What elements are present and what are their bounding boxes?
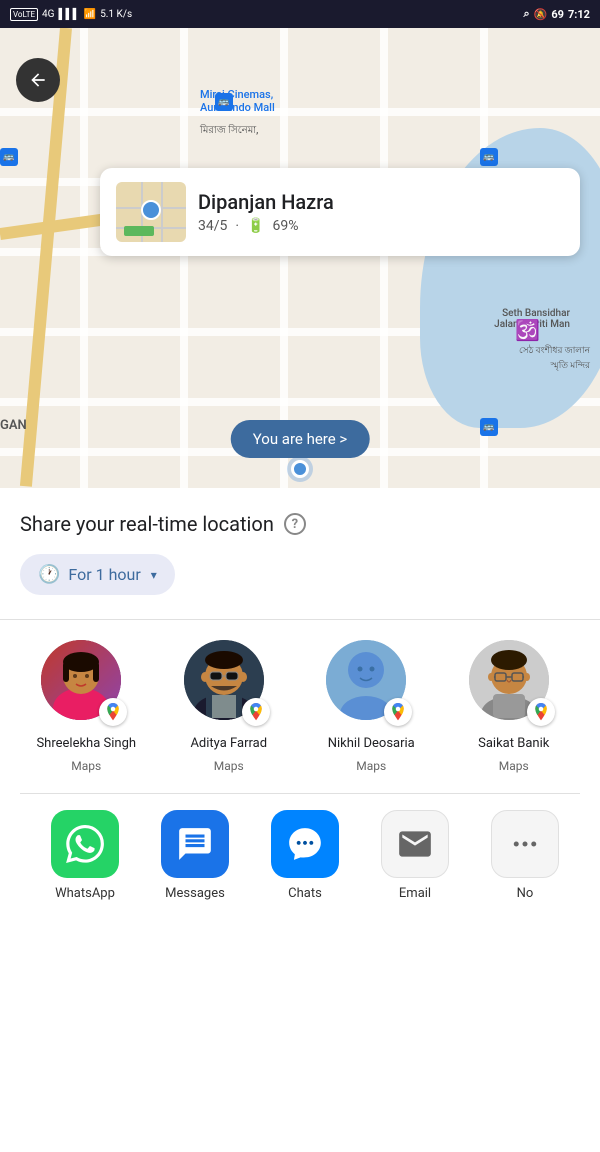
contact-aditya[interactable]: Aditya Farrad Maps — [163, 640, 296, 773]
person-meta: 34/5 · 🔋 69% — [198, 218, 564, 234]
speed-indicator: 5.1 K/s — [100, 9, 132, 20]
contact-app-nikhil: Maps — [356, 759, 386, 773]
volte-badge: VoLTE — [10, 8, 38, 21]
person-name: Dipanjan Hazra — [198, 190, 564, 214]
more-label: No — [517, 886, 534, 901]
whatsapp-label: WhatsApp — [55, 886, 115, 901]
more-icon — [491, 810, 559, 878]
battery-icon: 🔋 — [247, 218, 264, 234]
maps-badge-aditya — [242, 698, 270, 726]
chats-label: Chats — [288, 886, 322, 901]
email-label: Email — [399, 886, 431, 901]
person-rating: 34/5 — [198, 218, 227, 234]
signal-bars: ▌▌▌ — [58, 9, 79, 20]
back-arrow-icon — [28, 70, 48, 90]
maps-badge-saikat — [527, 698, 555, 726]
contacts-grid: Shreelekha Singh Maps — [20, 640, 580, 773]
bus-icon-4: 🚌 — [480, 418, 498, 436]
time-display: 7:12 — [568, 8, 590, 21]
you-are-here-button[interactable]: You are here > — [231, 420, 370, 458]
thumb-green-bar — [124, 226, 154, 236]
battery-percent: 69% — [273, 218, 299, 234]
user-info-card[interactable]: Dipanjan Hazra 34/5 · 🔋 69% — [100, 168, 580, 256]
temple-icon: 🕉️ — [515, 318, 540, 342]
app-chats[interactable]: Chats — [250, 810, 360, 901]
you-are-here-label: You are here > — [253, 430, 348, 448]
bus-icon-3: 🚌 — [480, 148, 498, 166]
bottom-sheet: Share your real-time location ? 🕐 For 1 … — [0, 488, 600, 917]
meta-dot: · — [235, 218, 239, 234]
app-whatsapp[interactable]: WhatsApp — [30, 810, 140, 901]
messages-label: Messages — [165, 886, 225, 901]
location-dot — [291, 460, 309, 478]
share-title-row: Share your real-time location ? — [20, 512, 580, 536]
maps-badge-shreelekha — [99, 698, 127, 726]
contact-app-saikat: Maps — [499, 759, 529, 773]
contact-app-aditya: Maps — [214, 759, 244, 773]
chevron-down-icon: ▾ — [151, 568, 157, 582]
bell-muted-icon: 🔕 — [534, 8, 548, 21]
map-label-gan: GAN — [0, 418, 27, 433]
contact-avatar-wrap-nikhil — [326, 640, 416, 730]
apps-row: WhatsApp Messages Chats — [20, 794, 580, 917]
contact-name-saikat: Saikat Banik — [478, 736, 549, 753]
location-status-icon: ⌕ — [523, 7, 529, 21]
duration-selector[interactable]: 🕐 For 1 hour ▾ — [20, 554, 175, 595]
clock-icon: 🕐 — [38, 564, 60, 585]
battery-level: 69 — [551, 8, 564, 21]
contact-avatar-wrap-shreelekha — [41, 640, 131, 730]
app-messages[interactable]: Messages — [140, 810, 250, 901]
back-button[interactable] — [16, 58, 60, 102]
contact-avatar-wrap-saikat — [469, 640, 559, 730]
contact-name-shreelekha: Shreelekha Singh — [36, 736, 136, 753]
maps-badge-nikhil — [384, 698, 412, 726]
bus-icon-1: 🚌 — [215, 93, 233, 111]
duration-label: For 1 hour — [68, 565, 140, 584]
contact-nikhil[interactable]: Nikhil Deosaria Maps — [305, 640, 438, 773]
contact-shreelekha[interactable]: Shreelekha Singh Maps — [20, 640, 153, 773]
map-view[interactable]: Miraj Cinemas,Aurobindo Mall মিরাজ সিনেম… — [0, 28, 600, 488]
email-icon — [381, 810, 449, 878]
app-email[interactable]: Email — [360, 810, 470, 901]
share-title: Share your real-time location — [20, 512, 274, 536]
contacts-section: Shreelekha Singh Maps — [20, 620, 580, 793]
contact-app-shreelekha: Maps — [71, 759, 101, 773]
card-thumbnail — [116, 182, 186, 242]
chats-icon — [271, 810, 339, 878]
contact-name-nikhil: Nikhil Deosaria — [328, 736, 415, 753]
contact-name-aditya: Aditya Farrad — [190, 736, 267, 753]
thumb-person-icon — [141, 200, 161, 220]
whatsapp-icon — [51, 810, 119, 878]
network-4g: 4G — [42, 9, 54, 20]
contact-avatar-wrap-aditya — [184, 640, 274, 730]
status-left: VoLTE 4G ▌▌▌ 📶 5.1 K/s — [10, 8, 132, 21]
help-icon[interactable]: ? — [284, 513, 306, 535]
bus-icon-2: 🚌 — [0, 148, 18, 166]
app-more[interactable]: No — [470, 810, 580, 901]
map-background: Miraj Cinemas,Aurobindo Mall মিরাজ সিনেম… — [0, 28, 600, 488]
contact-saikat[interactable]: Saikat Banik Maps — [448, 640, 581, 773]
wifi-icon: 📶 — [84, 9, 96, 20]
status-right: ⌕ 🔕 69 7:12 — [523, 7, 590, 21]
status-bar: VoLTE 4G ▌▌▌ 📶 5.1 K/s ⌕ 🔕 69 7:12 — [0, 0, 600, 28]
messages-icon — [161, 810, 229, 878]
map-label-bengali: মিরাজ সিনেমা, — [200, 123, 258, 140]
card-info: Dipanjan Hazra 34/5 · 🔋 69% — [198, 190, 564, 234]
